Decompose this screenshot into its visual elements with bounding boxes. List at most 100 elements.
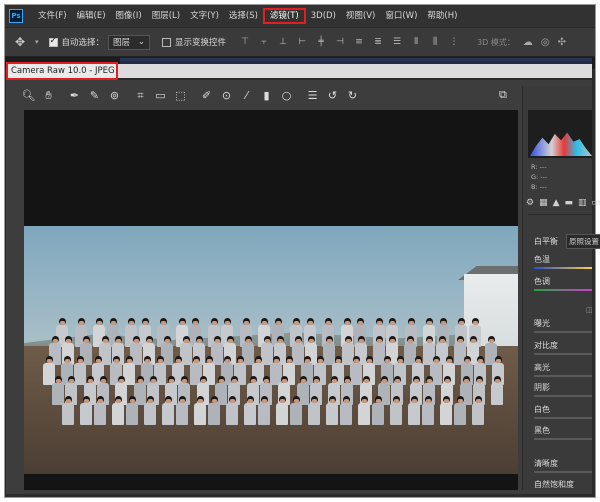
menu-3d[interactable]: 3D(D) [306,8,341,24]
blacks-label: 黑色 [534,426,550,435]
white-balance-icon[interactable]: ✒ [66,89,83,103]
3d-mode-buttons: ☁ ◎ ✣ [523,37,566,48]
distribute-left-icon[interactable]: ⦀ [411,37,421,47]
graduated-filter-icon[interactable]: ▮ [258,89,275,103]
rotate-cw-icon[interactable]: ↻ [344,89,361,103]
highlights-label: 高光 [534,363,550,372]
basic-tab-icon[interactable]: ⚙ [526,198,534,208]
photoshop-logo-icon: Ps [9,9,23,23]
menu-edit[interactable]: 编辑(E) [72,8,111,24]
person [472,396,484,426]
whites-slider[interactable] [534,417,592,419]
vibrance-label: 自然饱和度 [534,480,574,489]
spot-removal-icon[interactable]: ✐ [198,89,215,103]
person [371,396,384,426]
group-photo [24,226,518,474]
align-left-icon[interactable]: ⊢ [297,37,307,47]
lens-tab-icon[interactable]: ▭ [592,198,600,208]
show-transform-label: 显示变换控件 [175,38,227,48]
distribute-vcenter-icon[interactable]: ≣ [373,37,383,47]
distribute-hcenter-icon[interactable]: ⫼ [430,37,440,47]
orbit-icon[interactable]: ☁ [523,37,533,48]
rgb-readout: R: --- G: --- B: --- [531,162,547,192]
distribute-right-icon[interactable]: ⋮ [449,37,459,47]
targeted-adjustment-icon[interactable]: ⊚ [106,89,123,103]
temperature-slider[interactable] [534,267,592,269]
person [226,396,238,426]
distribute-top-icon[interactable]: ≡ [354,37,364,47]
person [257,396,270,426]
show-transform-checkbox[interactable] [162,37,172,47]
tone-curve-tab-icon[interactable]: ▦ [539,198,548,208]
align-buttons: ⊤ ⫟ ⊥ ⊢ ╪ ⊣ ≡ ≣ ☰ ⦀ ⫼ ⋮ [240,37,459,47]
pan-icon[interactable]: ✣ [558,37,566,48]
person [207,396,220,426]
align-hcenter-icon[interactable]: ╪ [316,37,326,47]
auto-select-checkbox[interactable] [48,36,58,47]
straighten-icon[interactable]: ▭ [152,89,169,103]
image-preview [24,110,518,490]
clarity-slider[interactable] [534,471,592,473]
person [194,396,207,426]
menu-file[interactable]: 文件(F) [33,8,72,24]
preferences-icon[interactable]: ☰ [304,89,321,103]
align-top-icon[interactable]: ⊤ [240,37,250,47]
chevron-down-icon: ⌄ [137,37,146,47]
menu-type[interactable]: 文字(Y) [185,8,224,24]
align-right-icon[interactable]: ⊣ [335,37,345,47]
detail-tab-icon[interactable]: ▲ [553,198,560,208]
histogram [528,110,592,158]
person [162,396,175,426]
menu-image[interactable]: 图像(I) [111,8,147,24]
person [339,396,352,426]
auto-link-icon[interactable]: ◫ [586,306,593,314]
shadows-slider[interactable] [534,395,592,397]
align-vcenter-icon[interactable]: ⫟ [259,37,269,47]
rgb-b: B: --- [531,183,547,191]
contrast-slider[interactable] [534,353,592,355]
person [112,396,125,426]
adjustment-brush-icon[interactable]: ⁄ [238,89,255,103]
white-balance-dropdown[interactable]: 原照设置 [566,234,600,249]
align-bottom-icon[interactable]: ⊥ [278,37,288,47]
split-tone-tab-icon[interactable]: ▥ [578,198,587,208]
crop-icon[interactable]: ⌗ [132,89,149,103]
tint-slider[interactable] [534,289,592,291]
temperature-label: 色温 [534,255,550,264]
auto-select-value: 图层 [113,38,131,48]
zoom-icon[interactable]: 🔍︎ [20,89,37,103]
roll-icon[interactable]: ◎ [541,37,550,48]
blacks-slider[interactable] [534,438,592,440]
hsl-tab-icon[interactable]: ▬ [565,198,574,208]
menu-filter[interactable]: 滤镜(T) [262,8,306,24]
highlights-slider[interactable] [534,375,592,377]
menu-help[interactable]: 帮助(H) [422,8,462,24]
menu-window[interactable]: 窗口(W) [380,8,422,24]
auto-select-dropdown[interactable]: 图层 ⌄ [108,34,151,50]
person [308,396,320,426]
radial-filter-icon[interactable]: ○ [278,89,295,103]
shadows-label: 阴影 [534,383,550,392]
menu-bar: Ps 文件(F) 编辑(E) 图像(I) 图层(L) 文字(Y) 选择(S) 滤… [5,5,595,27]
camera-raw-titlebar [118,64,592,78]
menu-view[interactable]: 视图(V) [341,8,380,24]
rotate-ccw-icon[interactable]: ↺ [324,89,341,103]
menu-select[interactable]: 选择(S) [224,8,263,24]
transform-icon[interactable]: ⬚ [172,89,189,103]
person [80,396,93,426]
hand-icon[interactable]: ✋︎ [40,89,57,103]
chevron-down-icon[interactable]: ▾ [35,38,39,46]
move-tool-icon[interactable]: ✥ [15,35,35,49]
fullscreen-icon[interactable]: ⧉ [499,88,507,102]
red-eye-icon[interactable]: ⊙ [218,89,235,103]
menu-layer[interactable]: 图层(L) [147,8,185,24]
distribute-bottom-icon[interactable]: ☰ [392,37,402,47]
histogram-curve [530,132,592,156]
person [408,396,421,426]
white-balance-label: 白平衡 [534,237,558,246]
exposure-slider[interactable] [534,331,592,333]
color-sampler-icon[interactable]: ✎ [86,89,103,103]
mode-3d-label: 3D 模式： [477,37,515,47]
panel-divider [528,214,592,215]
photo-people [40,318,516,430]
